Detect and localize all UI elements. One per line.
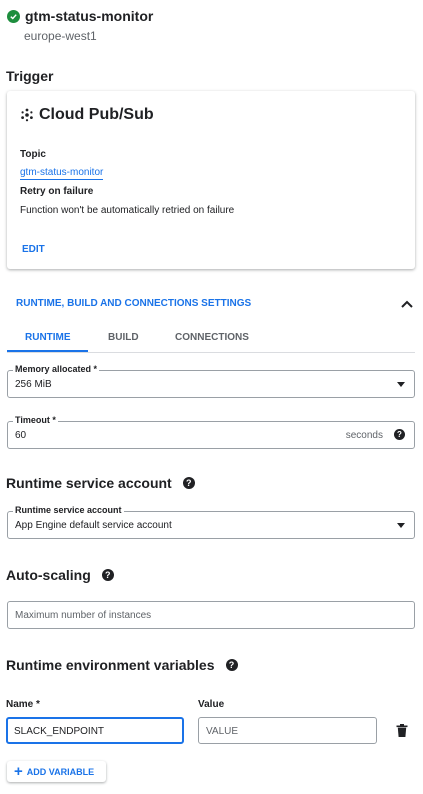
trigger-card: Cloud Pub/Sub Topic gtm-status-monitor R… bbox=[7, 91, 415, 269]
help-icon[interactable]: ? bbox=[182, 477, 195, 489]
tab-build[interactable]: BUILD bbox=[108, 332, 139, 343]
function-region: europe-west1 bbox=[24, 29, 97, 43]
env-name-input[interactable]: SLACK_ENDPOINT bbox=[6, 717, 184, 744]
add-variable-label: ADD VARIABLE bbox=[26, 766, 95, 777]
env-value-placeholder: VALUE bbox=[206, 726, 239, 737]
function-name: gtm-status-monitor bbox=[25, 8, 154, 24]
help-icon[interactable]: ? bbox=[394, 429, 405, 440]
service-account-value: App Engine default service account bbox=[15, 520, 172, 531]
dropdown-arrow-icon bbox=[397, 523, 405, 528]
check-circle-icon bbox=[7, 9, 20, 23]
topic-label: Topic bbox=[20, 149, 46, 160]
help-icon[interactable]: ? bbox=[225, 659, 238, 671]
topic-link[interactable]: gtm-status-monitor bbox=[20, 167, 104, 180]
tab-runtime[interactable]: RUNTIME bbox=[25, 332, 71, 343]
env-value-label: Value bbox=[198, 699, 225, 710]
autoscaling-title-text: Auto-scaling bbox=[6, 567, 91, 583]
tab-connections[interactable]: CONNECTIONS bbox=[175, 332, 249, 343]
active-tab-indicator bbox=[7, 350, 88, 352]
runtime-settings-label: RUNTIME, BUILD AND CONNECTIONS SETTINGS bbox=[16, 298, 252, 309]
trash-icon[interactable] bbox=[396, 724, 408, 737]
pubsub-title-text: Cloud Pub/Sub bbox=[39, 106, 154, 123]
service-account-section-title: Runtime service account ? bbox=[6, 475, 195, 491]
env-name-value: SLACK_ENDPOINT bbox=[14, 726, 105, 737]
env-vars-title-text: Runtime environment variables bbox=[6, 657, 215, 673]
timeout-input[interactable]: Timeout * 60 seconds ? bbox=[7, 415, 415, 449]
env-vars-section-title: Runtime environment variables ? bbox=[6, 657, 238, 673]
service-account-title-text: Runtime service account bbox=[6, 475, 172, 491]
max-instances-input[interactable]: Maximum number of instances bbox=[7, 601, 415, 629]
plus-icon: + bbox=[14, 763, 23, 780]
dropdown-arrow-icon bbox=[397, 382, 405, 387]
timeout-value: 60 bbox=[15, 430, 27, 441]
memory-select[interactable]: Memory allocated * 256 MiB bbox=[7, 364, 415, 398]
autoscaling-section-title: Auto-scaling ? bbox=[6, 567, 114, 583]
runtime-settings-toggle[interactable]: RUNTIME, BUILD AND CONNECTIONS SETTINGS bbox=[16, 298, 414, 309]
help-icon[interactable]: ? bbox=[101, 569, 114, 581]
retry-value: Function won't be automatically retried … bbox=[20, 205, 235, 216]
edit-trigger-button[interactable]: EDIT bbox=[22, 244, 45, 255]
trigger-section-title: Trigger bbox=[6, 68, 54, 84]
memory-value: 256 MiB bbox=[15, 379, 52, 390]
pubsub-icon bbox=[21, 108, 33, 122]
max-instances-placeholder: Maximum number of instances bbox=[15, 610, 152, 621]
function-header: gtm-status-monitor europe-west1 bbox=[7, 8, 154, 43]
service-account-label: Runtime service account bbox=[13, 505, 124, 515]
env-name-label: Name * bbox=[6, 699, 40, 710]
add-variable-button[interactable]: + ADD VARIABLE bbox=[7, 761, 106, 782]
env-value-input[interactable]: VALUE bbox=[198, 717, 377, 744]
service-account-select[interactable]: Runtime service account App Engine defau… bbox=[7, 505, 415, 539]
timeout-label: Timeout * bbox=[13, 415, 58, 425]
pubsub-title: Cloud Pub/Sub bbox=[20, 106, 154, 124]
timeout-suffix: seconds bbox=[345, 430, 383, 441]
chevron-up-icon[interactable] bbox=[400, 299, 414, 309]
retry-label: Retry on failure bbox=[20, 186, 94, 197]
memory-label: Memory allocated * bbox=[13, 364, 100, 374]
settings-tabs: RUNTIME BUILD CONNECTIONS bbox=[7, 326, 415, 353]
